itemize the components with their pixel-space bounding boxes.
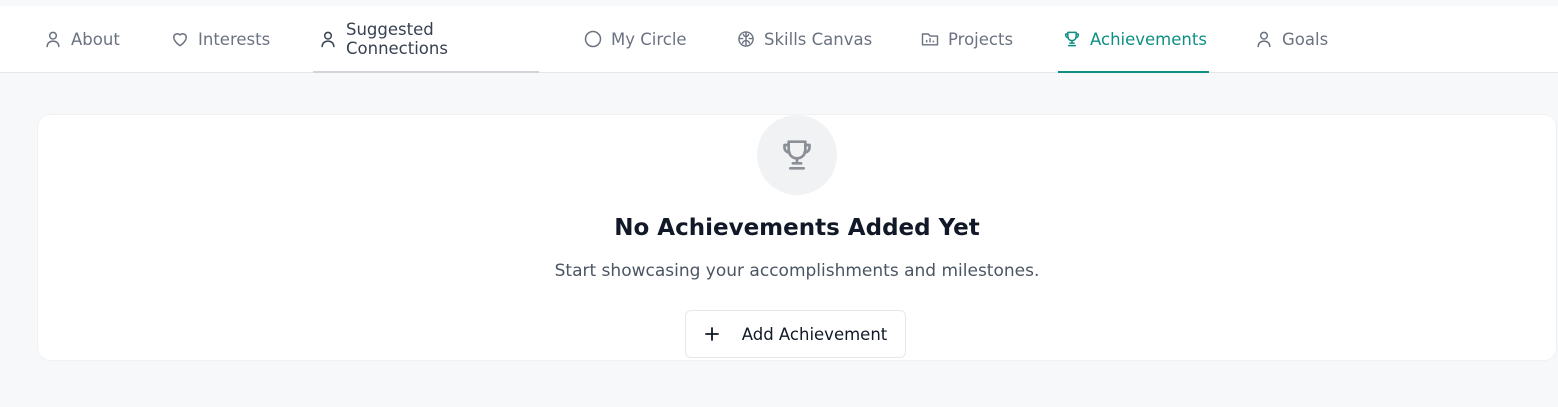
tab-label: Goals [1282, 29, 1329, 49]
circle-icon [584, 30, 602, 48]
user-icon [321, 31, 335, 48]
brain-icon [738, 31, 754, 47]
tab-label: Suggested Connections [346, 20, 448, 58]
tab-label: Projects [948, 29, 1014, 49]
user-icon [1257, 31, 1271, 48]
tab-suggested-connections[interactable]: Suggested Connections [313, 6, 539, 73]
empty-state-icon-badge [757, 115, 837, 195]
trophy-icon [783, 140, 811, 170]
tab-interests[interactable]: Interests [170, 6, 270, 72]
empty-state-title: No Achievements Added Yet [614, 215, 980, 241]
tab-achievements[interactable]: Achievements [1058, 6, 1209, 73]
folder-chart-icon [921, 33, 939, 46]
profile-tab-bar: About Interests Suggested Connections My… [0, 6, 1558, 73]
plus-icon [704, 327, 719, 341]
add-achievement-label: Add Achievement [741, 324, 888, 344]
tab-label: About [71, 29, 120, 49]
tab-label: Achievements [1090, 29, 1207, 49]
add-achievement-button[interactable]: Add Achievement [685, 310, 906, 358]
achievements-empty-state-card: No Achievements Added Yet Start showcasi… [38, 115, 1556, 360]
tab-label: Skills Canvas [764, 29, 873, 49]
tab-label: My Circle [611, 29, 687, 49]
tab-skills-canvas[interactable]: Skills Canvas [736, 6, 872, 72]
user-icon [46, 31, 60, 48]
trophy-icon [1065, 31, 1079, 47]
tab-projects[interactable]: Projects [920, 6, 1013, 72]
tab-label: Interests [198, 29, 271, 49]
tab-my-circle[interactable]: My Circle [583, 6, 687, 72]
empty-state-subtitle: Start showcasing your accomplishments an… [554, 261, 1040, 281]
tab-goals[interactable]: Goals [1254, 6, 1328, 72]
tab-about[interactable]: About [43, 6, 120, 72]
heart-icon [173, 33, 187, 47]
